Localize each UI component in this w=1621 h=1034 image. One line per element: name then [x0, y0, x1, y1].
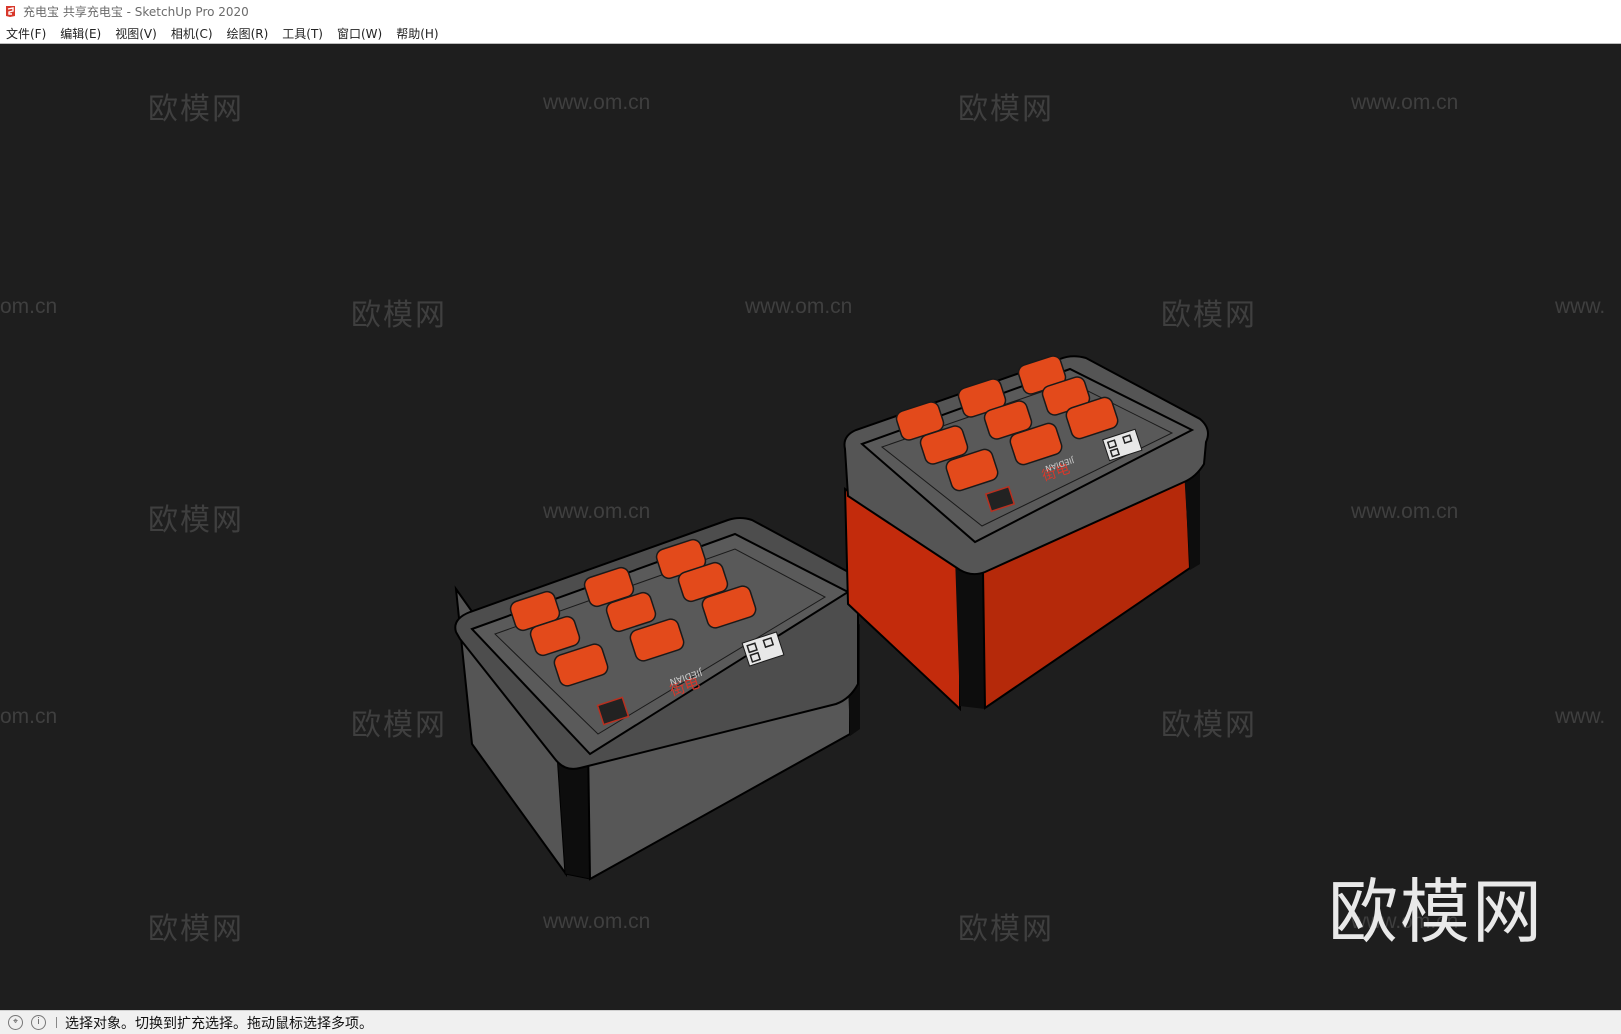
menu-window[interactable]: 窗口(W) — [330, 25, 389, 42]
power-bank-right[interactable]: 街电 JIEDIAN — [843, 354, 1209, 712]
title-bar: 充电宝 共享充电宝 - SketchUp Pro 2020 — [0, 0, 1621, 23]
window-title: 充电宝 共享充电宝 - SketchUp Pro 2020 — [23, 5, 249, 19]
menu-help[interactable]: 帮助(H) — [389, 25, 445, 42]
site-logo: 欧模网 — [1328, 871, 1544, 953]
sketchup-icon — [6, 6, 15, 17]
status-text: 选择对象。切换到扩充选择。拖动鼠标选择多项。 — [65, 1015, 373, 1032]
menu-camera[interactable]: 相机(C) — [164, 25, 220, 42]
status-separator — [56, 1017, 57, 1028]
model-viewport[interactable]: 欧模网 www.om.cn 欧模网 www.om.cn om.cn 欧模网 ww… — [0, 44, 1621, 1010]
menu-edit[interactable]: 编辑(E) — [53, 25, 108, 42]
menu-file[interactable]: 文件(F) — [0, 25, 53, 42]
menu-bar: 文件(F) 编辑(E) 视图(V) 相机(C) 绘图(R) 工具(T) 窗口(W… — [0, 23, 1621, 44]
status-bar: ⌖ i 选择对象。切换到扩充选择。拖动鼠标选择多项。 — [0, 1010, 1621, 1034]
location-icon[interactable]: ⌖ — [8, 1015, 23, 1030]
menu-draw[interactable]: 绘图(R) — [220, 25, 276, 42]
power-bank-left[interactable]: 街电 JIEDIAN — [454, 517, 861, 881]
menu-view[interactable]: 视图(V) — [108, 25, 164, 42]
info-icon[interactable]: i — [31, 1015, 46, 1030]
menu-tools[interactable]: 工具(T) — [275, 25, 330, 42]
